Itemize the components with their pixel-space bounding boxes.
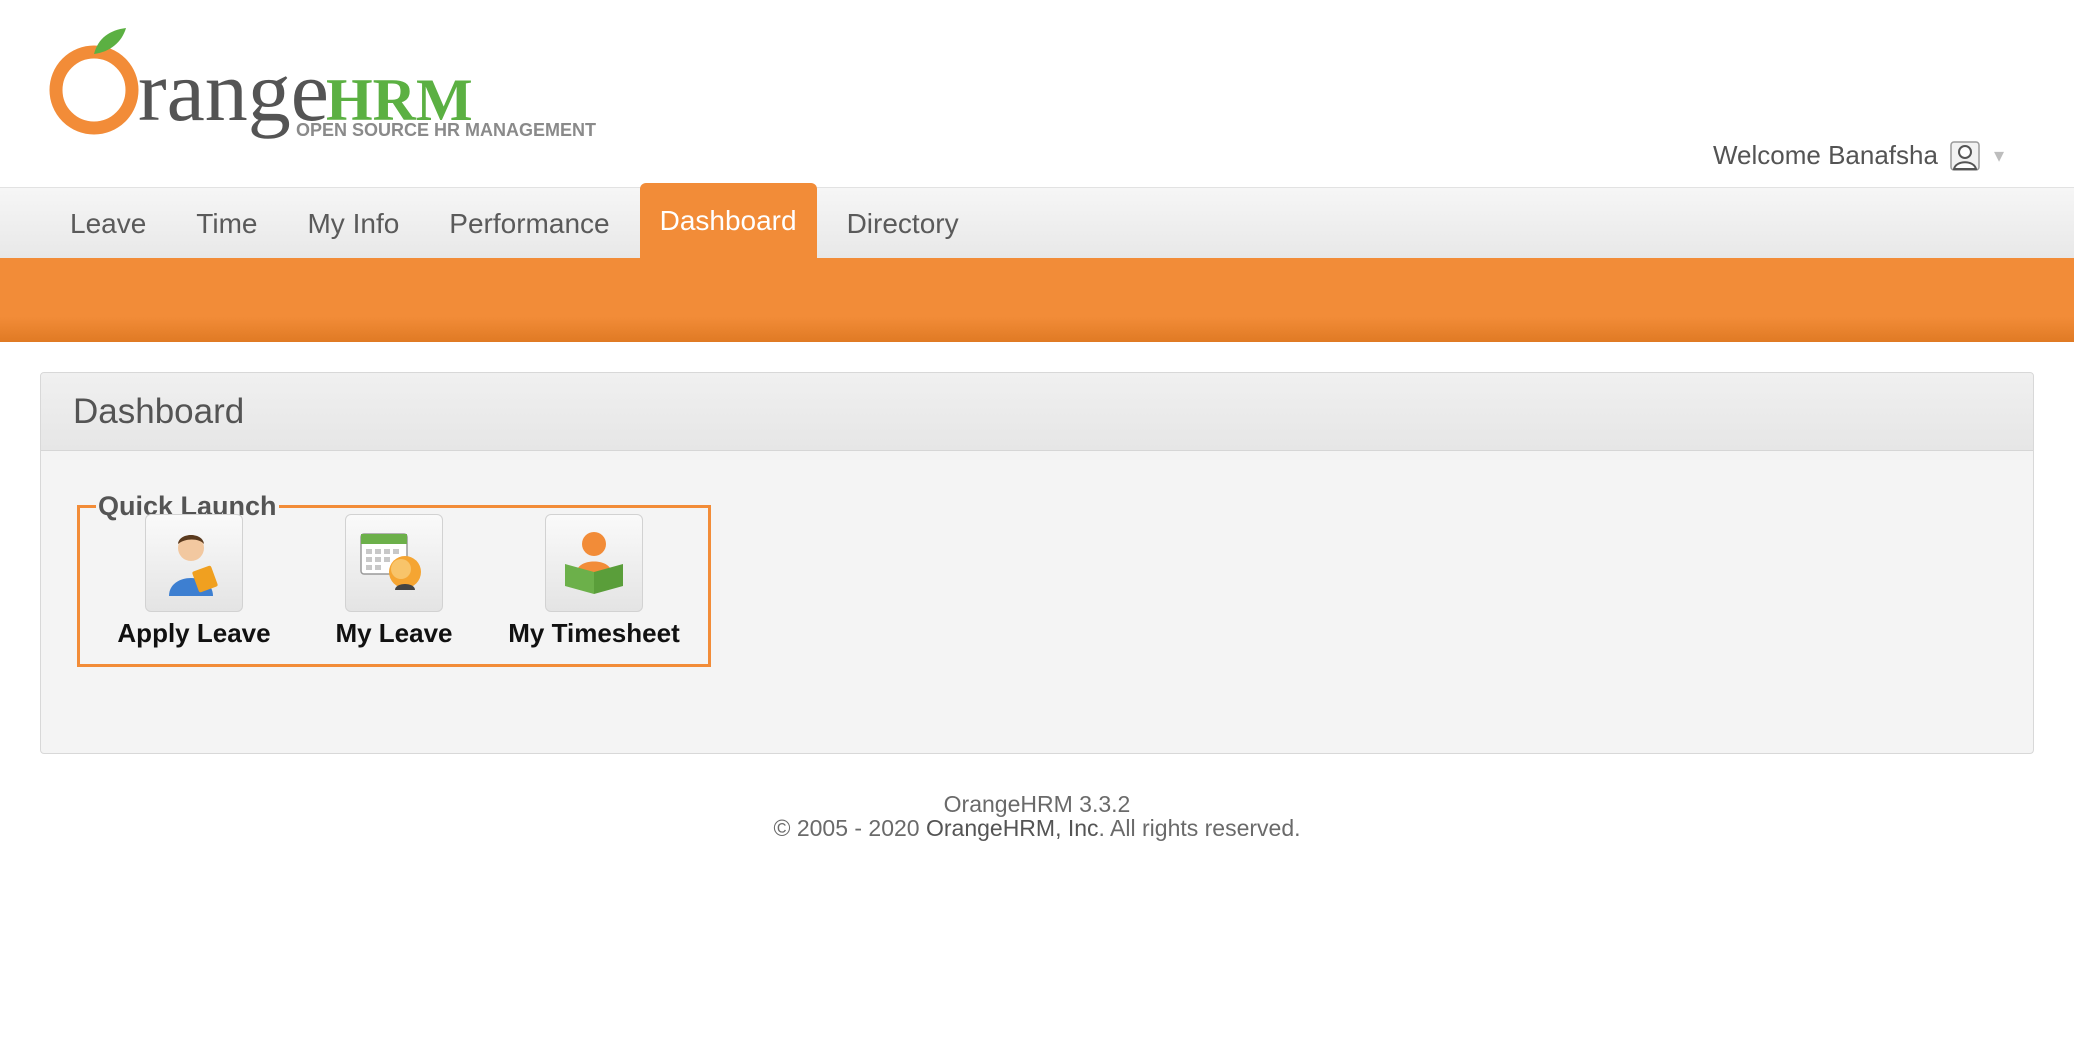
apply-leave-label: Apply Leave	[117, 618, 271, 648]
quick-launch-panel: Quick Launch Apply Leave My Leave My Tim…	[77, 491, 711, 667]
my-leave-button[interactable]	[345, 514, 443, 612]
my-timesheet-button[interactable]	[545, 514, 643, 612]
my-leave-calendar-icon	[360, 533, 421, 590]
panel-header: Dashboard	[41, 373, 2033, 451]
quick-launch-my-leave[interactable]: My Leave	[294, 514, 494, 649]
orangehrm-logo[interactable]: range HRM OPEN SOURCE HR MANAGEMENT	[48, 24, 628, 144]
timesheet-reader-icon	[565, 532, 623, 594]
user-avatar-icon	[1950, 141, 1980, 171]
dashboard-panel: Dashboard Quick Launch Apply Leave My Le…	[40, 372, 2034, 754]
version-text: OrangeHRM 3.3.2	[943, 791, 1131, 817]
menu-item-performance[interactable]: Performance	[429, 188, 629, 259]
menu-item-dashboard[interactable]: Dashboard	[639, 183, 817, 259]
main-menu: Leave Time My Info Performance Dashboard…	[0, 183, 2074, 259]
my-timesheet-label: My Timesheet	[508, 618, 680, 648]
menu-item-leave[interactable]: Leave	[50, 188, 166, 259]
chevron-down-icon: ▾	[1993, 144, 2004, 167]
page-header: range HRM OPEN SOURCE HR MANAGEMENT Welc…	[0, 0, 2074, 187]
quick-launch-apply-leave[interactable]: Apply Leave	[94, 514, 294, 649]
apply-leave-button[interactable]	[145, 514, 243, 612]
my-leave-label: My Leave	[335, 618, 453, 648]
welcome-menu[interactable]: Welcome Banafsha ▾	[1713, 138, 2004, 172]
page-footer: OrangeHRM 3.3.2 © 2005 - 2020 OrangeHRM,…	[0, 792, 2074, 840]
quick-launch-my-timesheet[interactable]: My Timesheet	[494, 514, 694, 649]
menu-item-directory[interactable]: Directory	[827, 188, 979, 259]
apply-leave-icon	[169, 535, 218, 596]
page-title: Dashboard	[73, 391, 245, 431]
copyright-prefix: © 2005 - 2020	[773, 815, 926, 841]
welcome-text: Welcome Banafsha	[1712, 139, 1938, 170]
orange-sub-menu-band	[0, 258, 2074, 342]
company-link[interactable]: OrangeHRM, Inc	[926, 815, 1099, 841]
copyright-line: © 2005 - 2020 OrangeHRM, Inc. All rights…	[0, 816, 2074, 840]
main-menu-bar: Leave Time My Info Performance Dashboard…	[0, 183, 2074, 259]
copyright-suffix: . All rights reserved.	[1098, 815, 1301, 841]
menu-item-my-info[interactable]: My Info	[287, 188, 419, 259]
menu-item-time[interactable]: Time	[176, 188, 277, 259]
orange-fruit-logo-icon: range HRM OPEN SOURCE HR MANAGEMENT	[49, 28, 596, 140]
svg-text:OPEN SOURCE HR MANAGEMENT: OPEN SOURCE HR MANAGEMENT	[296, 120, 596, 140]
